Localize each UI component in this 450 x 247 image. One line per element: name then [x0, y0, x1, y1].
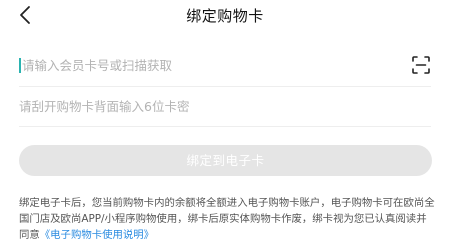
header-bar: 绑定购物卡	[0, 0, 450, 30]
card-number-field	[19, 48, 431, 82]
page-title: 绑定购物卡	[186, 7, 264, 25]
ecard-terms-link[interactable]: 《电子购物卡使用说明》	[40, 229, 154, 241]
card-number-input[interactable]	[22, 48, 402, 82]
text-cursor	[19, 58, 21, 73]
divider	[19, 86, 431, 87]
scan-button[interactable]	[411, 55, 431, 75]
card-pin-input[interactable]	[19, 89, 399, 123]
scan-icon	[412, 56, 430, 74]
binding-notice: 绑定电子卡后，您当前购物卡内的余额将全额进入电子购物卡账户，电子购物卡可在欧尚全…	[19, 195, 435, 243]
divider	[19, 126, 431, 127]
card-pin-field	[19, 89, 431, 123]
bind-to-ecard-button[interactable]: 绑定到电子卡	[19, 145, 432, 176]
